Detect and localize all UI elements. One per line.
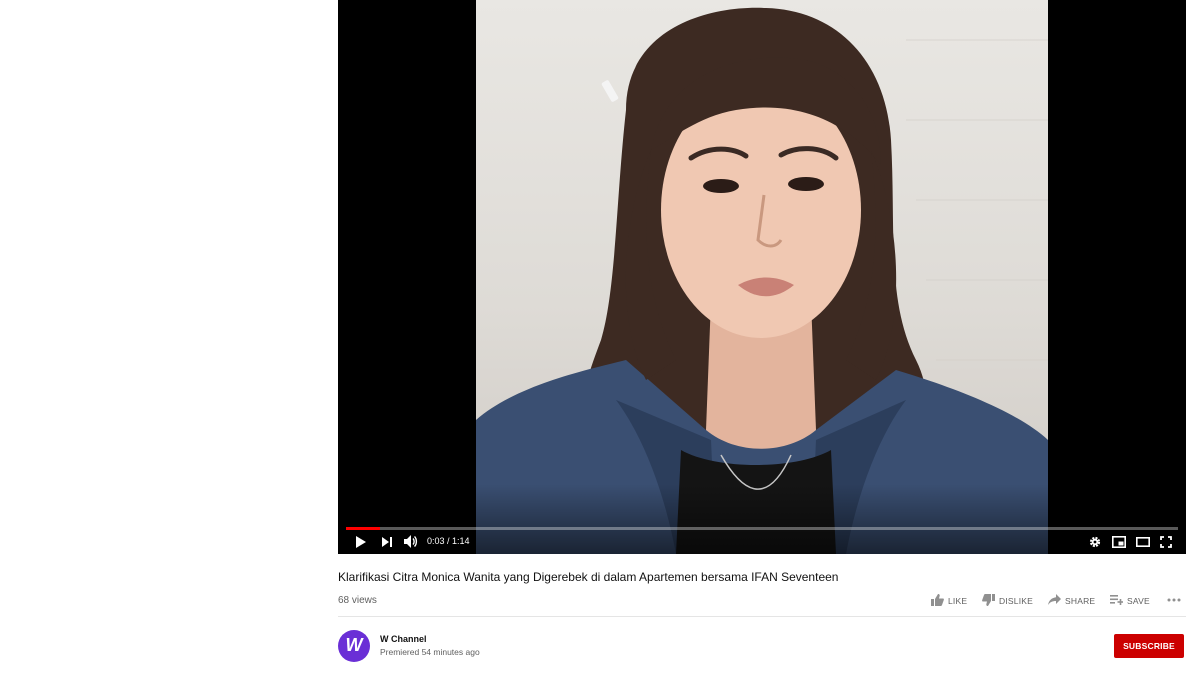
- premiered-date: Premiered 54 minutes ago: [380, 647, 480, 657]
- like-label: LIKE: [948, 596, 968, 606]
- view-count: 68 views: [338, 595, 377, 606]
- more-horizontal-icon: [1167, 594, 1185, 604]
- channel-avatar[interactable]: W: [338, 630, 370, 662]
- thumbs-down-icon: [982, 594, 999, 608]
- fullscreen-icon: [1160, 536, 1172, 548]
- volume-icon: [404, 535, 418, 548]
- more-actions-button[interactable]: [1167, 594, 1185, 604]
- channel-name[interactable]: W Channel: [380, 634, 427, 644]
- fullscreen-button[interactable]: [1160, 536, 1172, 548]
- mute-button[interactable]: [404, 535, 418, 548]
- video-title: Klarifikasi Citra Monica Wanita yang Dig…: [338, 570, 839, 584]
- share-button[interactable]: SHARE: [1048, 594, 1095, 607]
- thumbs-up-icon: [931, 594, 948, 608]
- settings-button[interactable]: [1089, 536, 1101, 548]
- video-still-portrait: [476, 7, 1048, 554]
- next-button[interactable]: [382, 537, 393, 547]
- progress-played: [346, 527, 381, 530]
- section-divider: [338, 616, 1186, 617]
- subscribe-button[interactable]: SUBSCRIBE: [1114, 634, 1184, 658]
- playlist-add-icon: [1110, 594, 1127, 607]
- next-icon: [382, 537, 393, 547]
- dislike-label: DISLIKE: [999, 596, 1033, 606]
- share-label: SHARE: [1065, 595, 1096, 606]
- theater-mode-button[interactable]: [1136, 537, 1150, 547]
- miniplayer-icon: [1112, 536, 1126, 548]
- play-button[interactable]: [355, 536, 366, 548]
- theater-mode-icon: [1136, 537, 1150, 547]
- channel-avatar-letter: W: [345, 635, 363, 655]
- miniplayer-button[interactable]: [1112, 536, 1126, 548]
- play-icon: [355, 536, 366, 548]
- time-display: 0:03 / 1:14: [427, 535, 470, 547]
- video-player[interactable]: 0:03 / 1:14: [338, 0, 1186, 554]
- save-label: SAVE: [1127, 595, 1150, 606]
- share-arrow-icon: [1048, 594, 1065, 607]
- time-total: 1:14: [452, 536, 470, 546]
- dislike-button[interactable]: DISLIKE: [982, 594, 1033, 608]
- progress-bar[interactable]: [346, 527, 1178, 530]
- video-frame[interactable]: [476, 0, 1048, 554]
- time-separator: /: [444, 536, 453, 546]
- like-button[interactable]: LIKE: [931, 594, 967, 608]
- time-current: 0:03: [427, 536, 445, 546]
- save-button[interactable]: SAVE: [1110, 594, 1150, 607]
- gear-icon: [1089, 536, 1101, 548]
